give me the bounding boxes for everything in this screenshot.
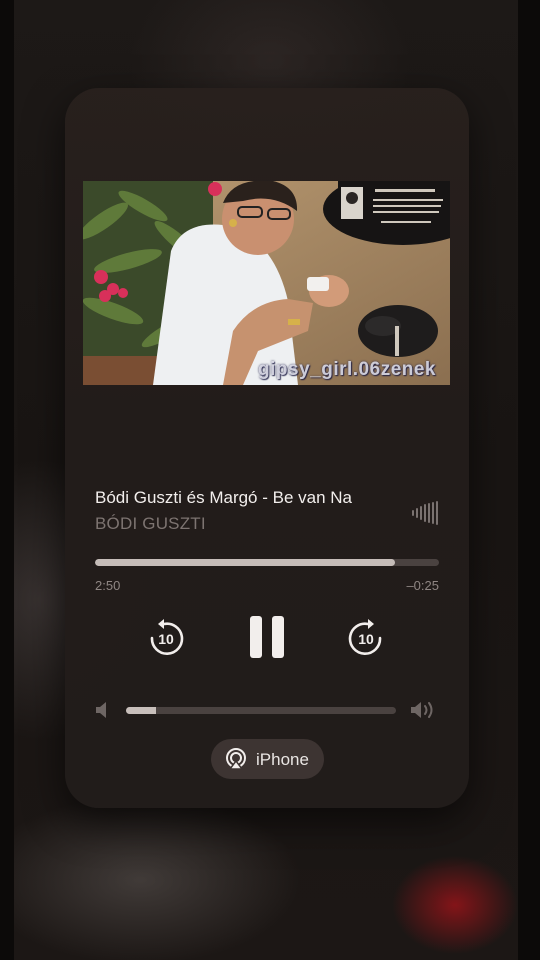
song-title: Bódi Guszti és Margó - Be van Na bbox=[95, 488, 353, 507]
skip-forward-seconds: 10 bbox=[358, 631, 374, 647]
playback-scrubber[interactable] bbox=[95, 559, 439, 566]
time-elapsed: 2:50 bbox=[95, 578, 121, 593]
pause-icon bbox=[250, 616, 284, 658]
volume-slider[interactable] bbox=[126, 707, 396, 714]
song-artist: BÓDI GUSZTI bbox=[95, 514, 206, 533]
volume-low-icon bbox=[96, 702, 106, 718]
time-remaining: –0:25 bbox=[406, 578, 439, 593]
audio-waveform-icon bbox=[412, 501, 438, 525]
playback-progress-fill bbox=[95, 559, 396, 566]
airplay-icon bbox=[226, 748, 246, 770]
background-edge-left bbox=[0, 0, 14, 960]
audio-output-route-button[interactable]: iPhone bbox=[211, 739, 324, 779]
pause-button[interactable] bbox=[247, 614, 287, 660]
skip-forward-10-button[interactable]: 10 bbox=[347, 618, 385, 658]
album-artwork: gipsy_girl.06zenek bbox=[83, 181, 450, 385]
skip-back-seconds: 10 bbox=[158, 631, 174, 647]
artwork-image bbox=[83, 181, 450, 385]
artwork-watermark: gipsy_girl.06zenek bbox=[258, 359, 436, 380]
background-edge-right bbox=[518, 0, 540, 960]
audio-output-label: iPhone bbox=[256, 750, 309, 769]
volume-high-icon bbox=[411, 702, 433, 718]
volume-slider-fill bbox=[126, 707, 156, 714]
skip-back-10-button[interactable]: 10 bbox=[147, 618, 185, 658]
